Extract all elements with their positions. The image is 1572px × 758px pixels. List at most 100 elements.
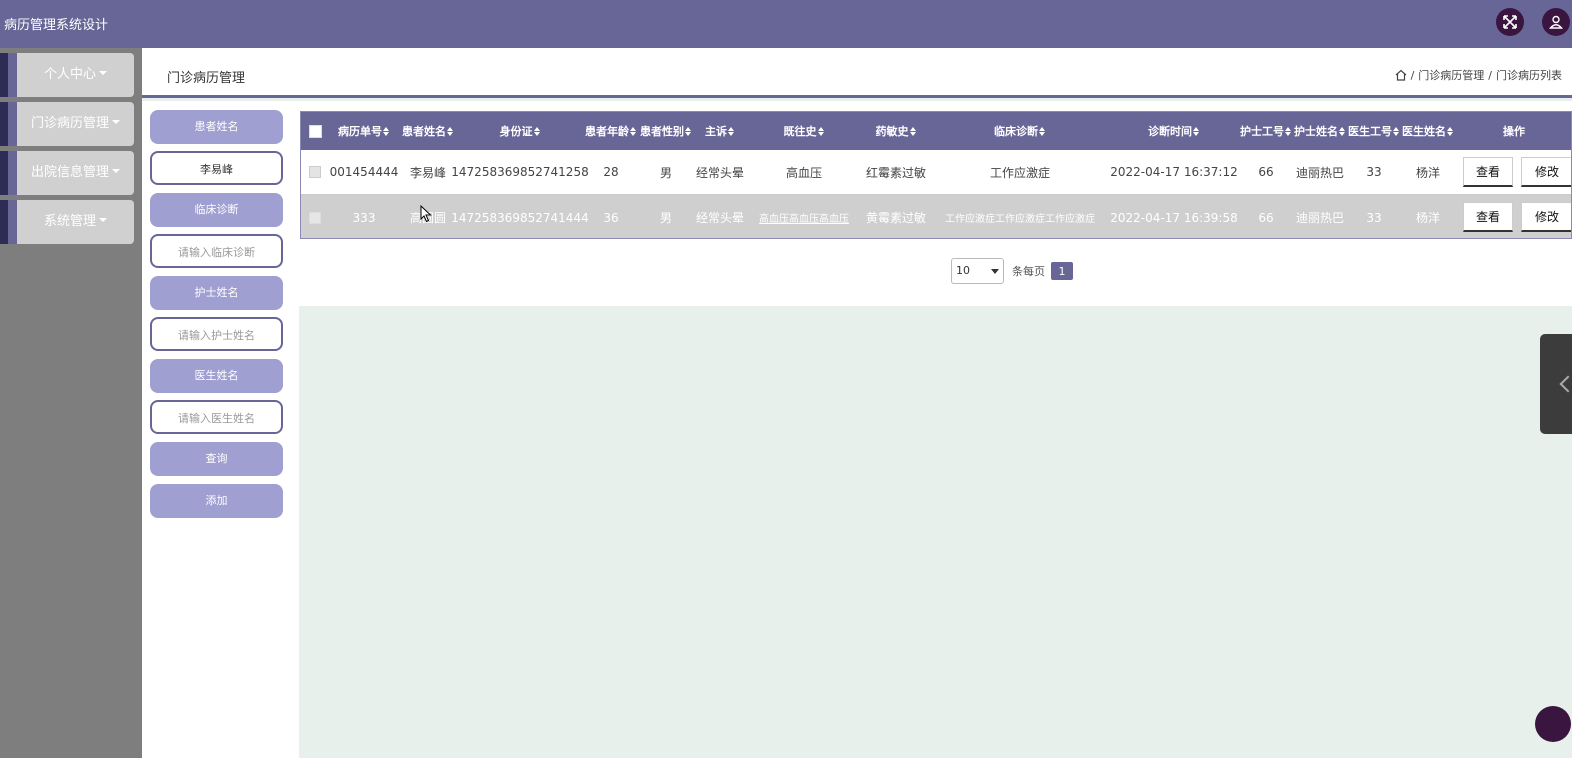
sidebar-item-outpatient-records[interactable]: 门诊病历管理 [0, 102, 134, 146]
cell-diagnosis-time: 2022-04-17 16:37:12 [1110, 165, 1238, 179]
column-header[interactable]: 患者年龄 [583, 112, 639, 150]
sidebar-item-system-management[interactable]: 系统管理 [0, 200, 134, 244]
cell-complaint: 经常头晕 [695, 211, 744, 225]
column-header[interactable]: 药敏史 [861, 112, 931, 150]
column-header[interactable]: 诊断时间 [1109, 112, 1239, 150]
sort-icon [1285, 126, 1292, 136]
cell-patient-name: 李易峰 [409, 165, 446, 180]
patient-name-input[interactable]: 李易峰 [150, 151, 283, 185]
cell-nurse-id: 66 [1258, 210, 1274, 225]
sort-icon [817, 126, 825, 136]
doctor-name-label: 医生姓名 [150, 359, 283, 393]
sort-icon [728, 126, 735, 136]
cell-diagnosis-time: 2022-04-17 16:39:58 [1110, 210, 1238, 225]
column-header: 操作 [1503, 125, 1525, 138]
table-row[interactable]: 001454444 李易峰 147258369852741258 28 男 经常… [301, 150, 1571, 195]
breadcrumb: / 门诊病历管理 / 门诊病历列表 [1395, 67, 1562, 83]
nurse-name-input[interactable]: 请输入护士姓名 [150, 317, 283, 351]
records-panel: 病历单号 患者姓名 身份证 患者年龄 患者性别 主诉 既往史 药敏史 临床诊断 … [299, 101, 1572, 306]
sidebar-item-label: 门诊病历管理 [30, 116, 109, 131]
cell-doctor-name: 杨洋 [1415, 165, 1440, 180]
cell-age: 28 [603, 165, 619, 179]
sort-icon [447, 126, 454, 136]
mouse-cursor-icon [420, 205, 432, 223]
cell-allergy: 红霉素过敏 [865, 165, 926, 180]
breadcrumb-item[interactable]: 门诊病历管理 [1418, 67, 1484, 83]
column-header[interactable]: 身份证 [457, 112, 583, 150]
top-bar: 病历管理系统设计 [0, 0, 1572, 48]
column-header[interactable]: 临床诊断 [931, 112, 1109, 150]
cell-id-card: 147258369852741444 [451, 210, 589, 225]
chevron-down-icon [991, 269, 999, 274]
cell-age: 36 [603, 210, 619, 225]
fullscreen-button[interactable] [1496, 8, 1524, 36]
cell-gender: 男 [659, 211, 672, 225]
sidebar-accent [8, 53, 17, 97]
sidebar-item-discharge-info[interactable]: 出院信息管理 [0, 151, 134, 195]
query-button[interactable]: 查询 [150, 442, 283, 476]
records-table: 病历单号 患者姓名 身份证 患者年龄 患者性别 主诉 既往史 药敏史 临床诊断 … [300, 111, 1572, 239]
breadcrumb-item: 门诊病历列表 [1496, 69, 1562, 82]
sort-icon [1339, 126, 1346, 136]
sidebar-accent [8, 151, 17, 195]
column-header[interactable]: 医生工号 [1347, 112, 1401, 150]
column-header[interactable]: 医生姓名 [1401, 112, 1455, 150]
sort-icon [383, 126, 390, 136]
table-row[interactable]: 333 高圆圆 147258369852741444 36 男 经常头晕 高血压… [301, 195, 1571, 238]
cell-complaint: 经常头晕 [695, 165, 744, 180]
floating-action-button[interactable] [1535, 706, 1571, 742]
cell-nurse-name: 迪丽热巴 [1295, 211, 1344, 225]
breadcrumb-separator: / [1410, 68, 1415, 82]
cell-record-no: 333 [352, 210, 376, 225]
nurse-name-label: 护士姓名 [150, 276, 283, 310]
column-header[interactable]: 主诉 [693, 112, 747, 150]
sort-icon [909, 126, 917, 136]
add-button[interactable]: 添加 [150, 484, 283, 518]
view-button[interactable]: 查看 [1463, 157, 1513, 187]
home-icon[interactable] [1395, 69, 1407, 81]
page-number-current[interactable]: 1 [1051, 262, 1073, 280]
sidebar-accent [0, 200, 8, 244]
sort-icon [685, 126, 692, 136]
search-panel: 患者姓名 李易峰 临床诊断 请输入临床诊断 护士姓名 请输入护士姓名 医生姓名 … [142, 101, 299, 758]
diagnosis-input[interactable]: 请输入临床诊断 [150, 234, 283, 268]
column-header[interactable]: 病历单号 [329, 112, 399, 150]
user-button[interactable] [1542, 8, 1570, 36]
edit-button[interactable]: 修改 [1521, 157, 1571, 187]
fullscreen-icon [1503, 15, 1517, 29]
sort-icon [1393, 126, 1400, 136]
select-all-checkbox[interactable] [308, 124, 322, 138]
column-header[interactable]: 患者性别 [639, 112, 693, 150]
page-size-select[interactable]: 10 [951, 258, 1004, 284]
sort-icon [630, 126, 637, 136]
column-header[interactable]: 既往史 [747, 112, 861, 150]
cell-history: 高血压 [785, 165, 822, 180]
sidebar-item-label: 个人中心 [43, 67, 96, 82]
sort-icon [1447, 126, 1454, 136]
row-checkbox[interactable] [309, 166, 321, 178]
cell-id-card: 147258369852741258 [451, 165, 589, 179]
column-header[interactable]: 患者姓名 [399, 112, 457, 150]
column-header[interactable]: 护士姓名 [1293, 112, 1347, 150]
sort-icon [1039, 126, 1046, 136]
row-checkbox[interactable] [309, 211, 321, 224]
sidebar-accent [0, 53, 8, 97]
cell-doctor-id: 33 [1366, 165, 1382, 179]
side-panel-toggle[interactable] [1540, 334, 1572, 434]
per-page-label: 条每页 [1012, 265, 1045, 278]
edit-button[interactable]: 修改 [1521, 202, 1571, 232]
doctor-name-input[interactable]: 请输入医生姓名 [150, 400, 283, 434]
cell-doctor-id: 33 [1366, 210, 1382, 225]
sidebar-accent [8, 102, 17, 146]
patient-name-label: 患者姓名 [150, 110, 283, 144]
cell-diagnosis: 工作应激症工作应激症工作应激症 [945, 214, 1095, 225]
cell-doctor-name: 杨洋 [1415, 211, 1440, 225]
sidebar-accent [0, 151, 8, 195]
view-button[interactable]: 查看 [1463, 202, 1513, 232]
page-header: 门诊病历管理 / 门诊病历管理 / 门诊病历列表 [142, 48, 1572, 98]
cell-nurse-id: 66 [1258, 165, 1274, 179]
cell-gender: 男 [659, 165, 672, 180]
sidebar-item-personal-center[interactable]: 个人中心 [0, 53, 134, 97]
cell-diagnosis: 工作应激症 [989, 165, 1050, 180]
column-header[interactable]: 护士工号 [1239, 112, 1293, 150]
